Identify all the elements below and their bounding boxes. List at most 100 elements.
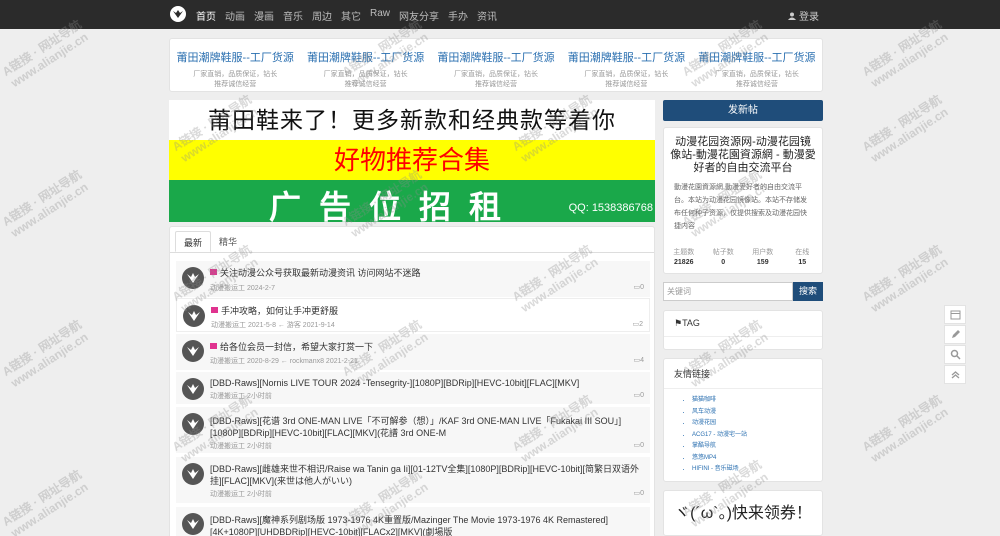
friend-link[interactable]: 悠悠MP4 xyxy=(692,453,822,465)
new-post-button[interactable]: 发新帖 xyxy=(663,100,823,121)
ad-link[interactable]: 莆田潮牌鞋服--工厂货源厂家直销，品质保证，钻长推荐诚信经营 xyxy=(561,39,691,91)
friend-link[interactable]: ACG17 - 动漫宅一站 xyxy=(692,430,822,442)
tag-heading: ⚑TAG xyxy=(664,311,822,337)
nav-item-figure[interactable]: 手办 xyxy=(448,8,468,23)
banner-qq: QQ: 1538386768 xyxy=(568,202,653,214)
thread-row[interactable]: [DBD-Raws][花谱 3rd ONE-MAN LIVE「不可解参（想）」/… xyxy=(176,407,650,453)
thread-row[interactable]: 给各位会员一封信，希望大家打赏一下 动漫搬运工 2020-8-29 ← rock… xyxy=(176,334,650,370)
back-to-top-button[interactable] xyxy=(944,365,966,384)
ad-link[interactable]: 莆田潮牌鞋服--工厂货源 厂家直销，品质保证，钻长推荐诚信经营 xyxy=(300,39,430,91)
ad-link-sub: 厂家直销，品质保证，钻长推荐诚信经营 xyxy=(454,71,539,88)
calendar-button[interactable] xyxy=(944,305,966,324)
nav-item-share[interactable]: 网友分享 xyxy=(399,8,439,23)
nav-item-raw[interactable]: Raw xyxy=(370,8,390,23)
search-icon xyxy=(950,349,961,360)
avatar[interactable] xyxy=(182,463,204,485)
pencil-icon xyxy=(951,330,960,338)
tag-icon: ⚑ xyxy=(674,318,683,328)
ad-link[interactable]: 莆田潮牌鞋服--工厂货源厂家直销，品质保证，钻长推荐诚信经营 xyxy=(431,39,561,91)
thread-title[interactable]: 给各位会员一封信，希望大家打赏一下 xyxy=(210,341,646,353)
thread-row[interactable]: [DBD-Raws][雌雄来世不相识/Raise wa Tanin ga Ii]… xyxy=(176,457,650,503)
banner-line-2: 好物推荐合集 xyxy=(169,140,655,180)
friend-link[interactable]: 风车动漫 xyxy=(692,407,822,419)
friend-links-list: 猫猫咖啡 风车动漫 动漫花园 ACG17 - 动漫宅一站 掌酷导航 悠悠MP4 … xyxy=(664,389,822,476)
edit-button[interactable] xyxy=(944,325,966,344)
main-nav: 首页 动画 漫画 音乐 周边 其它 Raw 网友分享 手办 资讯 xyxy=(196,8,497,23)
search-input[interactable]: 关键词 xyxy=(663,282,793,301)
thread-row[interactable]: [DBD-Raws][魔神系列剧场版 1973-1976 4K重置版/Mazin… xyxy=(176,507,650,536)
thread-meta: 动漫搬运工 2小时前 xyxy=(210,393,272,400)
thread-meta: 动漫搬运工 2小时前 xyxy=(210,443,272,450)
ad-link-title: 莆田潮牌鞋服--工厂货源 xyxy=(176,52,294,64)
banner-line-1: 莆田鞋来了！更多新款和经典款等着你 xyxy=(169,100,655,140)
reply-count: ▭4 xyxy=(633,357,644,364)
double-chevron-up-icon xyxy=(951,371,959,379)
nav-item-news[interactable]: 资讯 xyxy=(477,8,497,23)
avatar[interactable] xyxy=(182,378,204,400)
nav-item-other[interactable]: 其它 xyxy=(341,8,361,23)
login-link[interactable]: 登录 xyxy=(788,8,819,23)
avatar[interactable] xyxy=(182,267,204,289)
thread-title[interactable]: 关注动漫公众号获取最新动漫资讯 访问网站不迷路 xyxy=(210,267,646,279)
nav-item-anime[interactable]: 动画 xyxy=(225,8,245,23)
thread-meta: 动漫搬运工 2024-2-7 xyxy=(210,285,275,292)
site-logo-icon[interactable] xyxy=(170,6,186,22)
watermark: A链接 · 网址导航 www.alianjie.cn xyxy=(859,392,951,465)
stat-users: 用户数 159 xyxy=(752,249,774,266)
friend-link[interactable]: HIFINI - 音乐磁场 xyxy=(692,464,822,476)
ad-link-title: 莆田潮牌鞋服--工厂货源 xyxy=(437,52,555,64)
friend-link[interactable]: 动漫花园 xyxy=(692,418,822,430)
thread-title[interactable]: [DBD-Raws][Nornis LIVE TOUR 2024 -Tenseg… xyxy=(210,377,646,389)
tab-featured[interactable]: 精华 xyxy=(211,231,245,252)
avatar[interactable] xyxy=(182,413,204,435)
search-float-button[interactable] xyxy=(944,345,966,364)
thread-title[interactable]: [DBD-Raws][魔神系列剧场版 1973-1976 4K重置版/Mazin… xyxy=(210,514,646,536)
coupon-promo[interactable]: ヾ(´ω`。)快来领券！ xyxy=(663,490,823,536)
stat-threads: 主题数 21826 xyxy=(673,249,695,266)
tab-latest[interactable]: 最新 xyxy=(175,231,212,252)
ad-link[interactable]: 莆田潮牌鞋服--工厂货源厂家直销，品质保证，钻长推荐诚信经营 xyxy=(170,39,300,91)
ad-link-sub: 厂家直销，品质保证，钻长推荐诚信经营 xyxy=(584,71,669,88)
watermark: A链接 · 网址导航 www.alianjie.cn xyxy=(0,467,91,536)
pinned-flag-icon xyxy=(210,269,217,275)
search-button[interactable]: 搜索 xyxy=(793,282,823,301)
nav-item-music[interactable]: 音乐 xyxy=(283,8,303,23)
nav-item-home[interactable]: 首页 xyxy=(196,8,216,23)
avatar[interactable] xyxy=(182,513,204,535)
thread-row[interactable]: 手冲攻略，如何让手冲更舒服 动漫搬运工 2021-5-8 ← 游客 2021-9… xyxy=(176,298,650,332)
nav-item-merch[interactable]: 周边 xyxy=(312,8,332,23)
thread-title[interactable]: 手冲攻略，如何让手冲更舒服 xyxy=(211,305,647,317)
watermark: A链接 · 网址导航 www.alianjie.cn xyxy=(859,92,951,165)
friend-links-heading: 友情链接 xyxy=(664,359,822,389)
site-info-card: 动漫花园资源网-动漫花园镜像站-動漫花園資源網 - 動漫愛好者的自由交流平台 動… xyxy=(663,127,823,274)
ad-link-bar: 莆田潮牌鞋服--工厂货源厂家直销，品质保证，钻长推荐诚信经营 莆田潮牌鞋服--工… xyxy=(169,38,823,92)
banner-line-3: 广告位招租 QQ: 1538386768 xyxy=(169,180,655,225)
top-navbar: 首页 动画 漫画 音乐 周边 其它 Raw 网友分享 手办 资讯 登录 xyxy=(0,0,1000,29)
friend-link[interactable]: 猫猫咖啡 xyxy=(692,395,822,407)
nav-item-comic[interactable]: 漫画 xyxy=(254,8,274,23)
ad-link-title: 莆田潮牌鞋服--工厂货源 xyxy=(567,52,686,64)
thread-title[interactable]: [DBD-Raws][花谱 3rd ONE-MAN LIVE「不可解参（想）」/… xyxy=(210,415,646,439)
ad-link-title: 莆田潮牌鞋服--工厂货源 xyxy=(306,52,425,64)
thread-list: 最新 精华 关注动漫公众号获取最新动漫资讯 访问网站不迷路 动漫搬运工 2024… xyxy=(169,226,655,536)
site-stats: 主题数 21826 帖子数 0 用户数 159 在线 15 xyxy=(664,248,822,268)
avatar[interactable] xyxy=(182,340,204,362)
thread-title[interactable]: [DBD-Raws][雌雄来世不相识/Raise wa Tanin ga Ii]… xyxy=(210,463,646,487)
friend-links-card: 友情链接 猫猫咖啡 风车动漫 动漫花园 ACG17 - 动漫宅一站 掌酷导航 悠… xyxy=(663,358,823,482)
reply-count: ▭0 xyxy=(633,284,644,291)
ad-link-sub: 厂家直销，品质保证，钻长推荐诚信经营 xyxy=(714,71,799,88)
ad-link-sub: 厂家直销，品质保证，钻长推荐诚信经营 xyxy=(193,71,278,88)
tag-card: ⚑TAG xyxy=(663,310,823,350)
thread-row[interactable]: [DBD-Raws][Nornis LIVE TOUR 2024 -Tenseg… xyxy=(176,372,650,404)
watermark: A链接 · 网址导航 www.alianjie.cn xyxy=(0,167,91,240)
reply-count: ▭0 xyxy=(633,490,644,497)
friend-link[interactable]: 掌酷导航 xyxy=(692,441,822,453)
thread-row[interactable]: 关注动漫公众号获取最新动漫资讯 访问网站不迷路 动漫搬运工 2024-2-7 ▭… xyxy=(176,261,650,297)
ad-link[interactable]: 莆田潮牌鞋服--工厂货源 厂家直销，品质保证，钻长推荐诚信经营 xyxy=(692,39,822,91)
ad-banner[interactable]: 莆田鞋来了！更多新款和经典款等着你 好物推荐合集 广告位招租 QQ: 15383… xyxy=(169,100,655,225)
user-icon xyxy=(788,12,796,20)
site-description: 動漫花園資源網,動漫愛好者的自由交流平台。本站为动漫花园镜像站。本站不存储发布任… xyxy=(674,184,807,230)
avatar[interactable] xyxy=(183,305,205,327)
watermark: A链接 · 网址导航 www.alianjie.cn xyxy=(0,317,91,390)
stat-online: 在线 15 xyxy=(795,249,810,266)
